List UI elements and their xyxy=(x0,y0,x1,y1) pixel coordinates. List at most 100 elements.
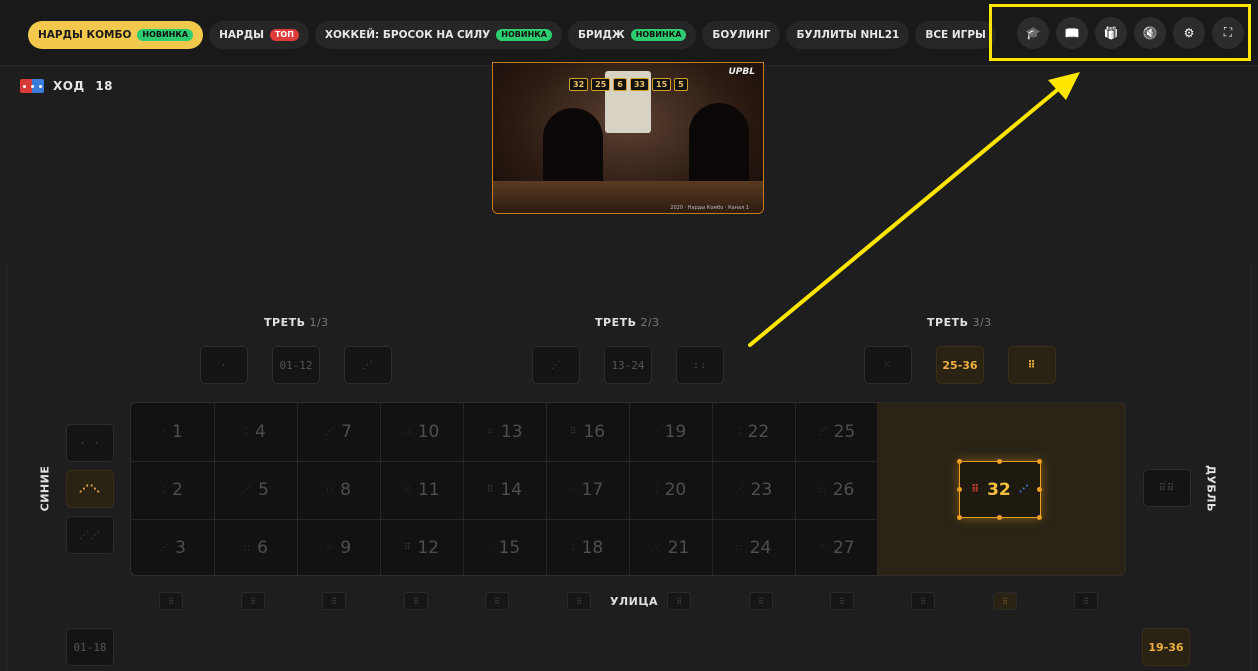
number-cell[interactable]: ⁙ 11 xyxy=(380,461,463,518)
cell-number: 15 xyxy=(498,537,521,558)
third-bet-label: ⠿ xyxy=(1027,359,1037,371)
selection-marker xyxy=(957,487,962,492)
tab-badge: НОВИНКА xyxy=(496,29,552,41)
number-cell[interactable]: ⁚36:: xyxy=(1044,519,1125,575)
number-cell[interactable]: ⋰ 3 xyxy=(131,519,214,575)
third-bet-chip[interactable]: 01-12 xyxy=(272,346,320,384)
third-bet-label: ⋰ xyxy=(550,359,562,371)
pip-decoration: · xyxy=(571,484,576,495)
street-bet-chip[interactable]: ⠿ xyxy=(322,592,346,610)
tab-6[interactable]: ВСЕ ИГРЫ xyxy=(915,21,996,49)
third-bet-chip[interactable]: ⋰ xyxy=(532,346,580,384)
third-bet-chip[interactable]: 25-36 xyxy=(936,346,984,384)
cell-number: 16 xyxy=(583,421,606,442)
mute-button[interactable]: 🔇 xyxy=(1134,16,1166,49)
tab-label: ХОККЕЙ: БРОСОК НА СИЛУ xyxy=(324,29,491,41)
tab-5[interactable]: БУЛЛИТЫ NHL21 xyxy=(786,21,910,49)
tab-3[interactable]: БРИДЖ НОВИНКА xyxy=(568,21,697,49)
number-cell[interactable]: ⁚ 4 xyxy=(214,403,297,460)
number-cell[interactable]: ⠿ 12 xyxy=(380,519,463,575)
number-cell[interactable]: ⁚ 20 xyxy=(629,461,712,518)
pip-decoration: ⋰ xyxy=(242,484,253,495)
pip-decoration: ⠿ xyxy=(486,484,495,495)
double-bet-chip[interactable]: ⠿⠿ xyxy=(1143,469,1191,507)
video-stat: 15 xyxy=(652,78,672,91)
selected-number-cell[interactable]: ⠿ 32 ⋰ xyxy=(959,461,1041,518)
street-bet-chip[interactable]: ⠿ xyxy=(485,592,509,610)
tutorial-icon: 🎓 xyxy=(1025,25,1041,40)
tab-0[interactable]: НАРДЫ КОМБО НОВИНКА xyxy=(28,21,204,49)
rules-book-button[interactable]: 📖 xyxy=(1056,16,1088,49)
street-bet-chip[interactable]: ⠿ xyxy=(667,592,691,610)
third-bet-chip[interactable]: · xyxy=(200,346,248,384)
cell-number: 10 xyxy=(417,421,440,442)
street-bet-chip[interactable]: ⠿ xyxy=(830,592,854,610)
third-bet-chip[interactable]: :: xyxy=(676,346,724,384)
street-bet-chip[interactable]: ⠿ xyxy=(911,592,935,610)
gift-button[interactable]: 🎁 xyxy=(1095,16,1127,49)
pip-decoration: ⋰ xyxy=(651,542,662,553)
blue-pip: ⋰ xyxy=(1018,484,1029,495)
number-cell[interactable]: :: 26 xyxy=(795,461,878,518)
tutorial-button[interactable]: 🎓 xyxy=(1017,16,1049,49)
number-cell[interactable]: ⋰ 25 xyxy=(795,403,878,460)
pip-decoration: ⁙ xyxy=(325,542,335,553)
betting-board: ·1⁚4⋰7::10⁙13⠿16·19⁚22⋰25::28⠿⁙31·⠿34⁚⁚2… xyxy=(130,402,1126,576)
third-bet-label: 01-12 xyxy=(279,358,313,372)
street-bet-chip[interactable]: ⠿ xyxy=(1074,592,1098,610)
number-cell[interactable]: :: 8 xyxy=(297,461,380,518)
number-cell[interactable]: · 17 xyxy=(546,461,629,518)
cell-number: 3 xyxy=(175,537,186,558)
number-cell[interactable]: ⋰ 5 xyxy=(214,461,297,518)
double-label: ДУБЛЬ xyxy=(1204,465,1218,512)
street-label: УЛИЦА xyxy=(610,595,659,608)
cell-number: 7 xyxy=(341,421,352,442)
live-video-stream[interactable]: 32 25 6 33 15 5 UPBL 2020 · Нарды Комбо · Кан… xyxy=(492,62,764,214)
street-bet-chip[interactable]: ⠿ xyxy=(749,592,773,610)
number-cell[interactable]: · 19 xyxy=(629,403,712,460)
color-bet-chip[interactable]: · · xyxy=(66,424,114,462)
third-bet-label: 25-36 xyxy=(942,358,978,372)
number-cell[interactable]: :: 24 xyxy=(712,519,795,575)
number-cell[interactable]: ⁙ 13 xyxy=(463,403,546,460)
tab-2[interactable]: ХОККЕЙ: БРОСОК НА СИЛУ НОВИНКА xyxy=(314,21,562,49)
color-bet-chip[interactable]: ⋰⋰ xyxy=(66,516,114,554)
tab-label: БРИДЖ xyxy=(578,29,625,41)
selection-marker xyxy=(957,459,962,464)
number-cell[interactable]: ⋰ 7 xyxy=(297,403,380,460)
cell-number: 2 xyxy=(172,479,183,500)
video-stat: 25 xyxy=(591,78,611,91)
street-bet-chip[interactable]: ⠿ xyxy=(159,592,183,610)
number-cell[interactable]: ⁚ 22 xyxy=(712,403,795,460)
street-bet-chip[interactable]: ⠿ xyxy=(241,592,265,610)
tab-1[interactable]: НАРДЫ ТОП xyxy=(209,21,309,49)
number-cell[interactable]: ⁙ 27 xyxy=(795,519,878,575)
third-bet-chip[interactable]: 13-24 xyxy=(604,346,652,384)
number-cell[interactable]: ⠿ 16 xyxy=(546,403,629,460)
fullscreen-button[interactable]: ⛶ xyxy=(1212,16,1244,49)
street-bet-chip[interactable]: ⠿ xyxy=(404,592,428,610)
number-cell[interactable]: ⋰ 21 xyxy=(629,519,712,575)
number-cell[interactable]: :: 10 xyxy=(380,403,463,460)
high-half-bet[interactable]: 19-36 xyxy=(1142,628,1190,666)
tab-4[interactable]: БОУЛИНГ xyxy=(702,21,781,49)
number-cell[interactable]: :: 6 xyxy=(214,519,297,575)
number-cell[interactable]: ⁙ 9 xyxy=(297,519,380,575)
number-cell[interactable]: · 1 xyxy=(131,403,214,460)
number-cell[interactable]: ⋰ 23 xyxy=(712,461,795,518)
street-bet-chip[interactable]: ⠿ xyxy=(993,592,1017,610)
street-bet-chip[interactable]: ⠿ xyxy=(567,592,591,610)
number-cell[interactable]: · 15 xyxy=(463,519,546,575)
cell-number: 5 xyxy=(258,479,269,500)
settings-sliders-button[interactable]: ⚙ xyxy=(1173,16,1205,49)
video-caption: 2020 · Нарды Комбо · Канал 1 xyxy=(670,205,749,211)
color-bet-chip[interactable]: ⋰⋱ xyxy=(66,470,114,508)
number-cell[interactable]: ⁚ 2 xyxy=(131,461,214,518)
pip-decoration: ⋰ xyxy=(159,542,170,553)
third-bet-chip[interactable]: ⋰ xyxy=(344,346,392,384)
number-cell[interactable]: ⠿ 14 xyxy=(463,461,546,518)
third-bet-chip[interactable]: ⠿ xyxy=(1008,346,1056,384)
third-bet-chip[interactable]: ⁙ xyxy=(864,346,912,384)
low-half-bet[interactable]: 01-18 xyxy=(66,628,114,666)
number-cell[interactable]: ⁚ 18 xyxy=(546,519,629,575)
